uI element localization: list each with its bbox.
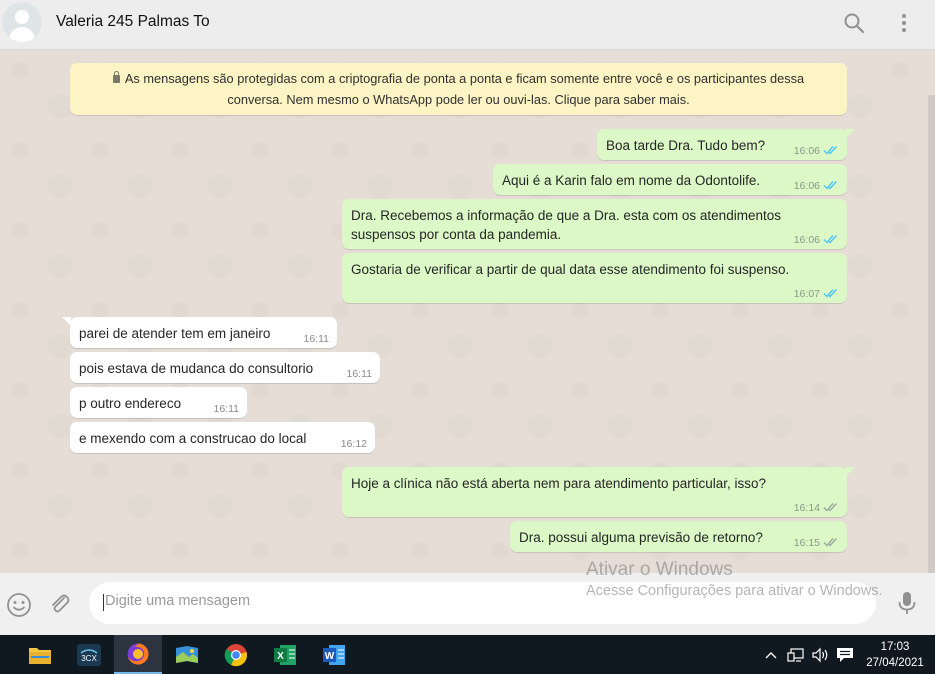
- 3cx-icon[interactable]: 3CX: [65, 635, 113, 674]
- message-meta: 16:14: [794, 502, 839, 514]
- message-time: 16:06: [793, 234, 820, 246]
- search-icon[interactable]: [842, 11, 866, 35]
- message-bubble-outgoing[interactable]: Hoje a clínica não está aberta nem para …: [342, 467, 855, 517]
- delivered-ticks-icon: [823, 503, 838, 512]
- message-bubble-incoming[interactable]: p outro endereco 16:11: [70, 387, 247, 418]
- encryption-notice[interactable]: As mensagens são protegidas com a cripto…: [70, 63, 847, 115]
- text-caret: [103, 594, 104, 611]
- message-time: 16:11: [346, 368, 373, 380]
- photos-icon[interactable]: [163, 635, 211, 674]
- bubble-tail: [846, 467, 855, 476]
- message-text: Dra. Recebemos a informação de que a Dra…: [351, 206, 781, 244]
- message-time: 16:06: [793, 145, 820, 157]
- read-ticks-icon: [823, 146, 838, 155]
- message-bubble-outgoing[interactable]: Gostaria de verificar a partir de qual d…: [342, 253, 847, 303]
- message-text: p outro endereco: [79, 396, 182, 411]
- message-bubble-incoming[interactable]: parei de atender tem em janeiro 16:11: [62, 317, 337, 348]
- windows-activation-title: Ativar o Windows: [586, 559, 733, 580]
- clock-time: 17:03: [880, 641, 910, 653]
- message-line: suspensos por conta da pandemia.: [351, 227, 562, 242]
- message-text: parei de atender tem em janeiro: [79, 326, 271, 341]
- windows-taskbar: 3CX X W 17:03 27/04/2021: [0, 635, 935, 674]
- chrome-icon[interactable]: [212, 635, 260, 674]
- message-meta: 16:06: [794, 145, 839, 157]
- read-ticks-icon: [823, 235, 838, 244]
- message-time: 16:14: [793, 502, 820, 514]
- message-time: 16:11: [303, 333, 330, 345]
- encryption-notice-line2: conversa. Nem mesmo o WhatsApp pode ler …: [227, 92, 690, 107]
- message-meta: 16:06: [794, 180, 839, 192]
- attach-icon[interactable]: [48, 592, 72, 616]
- file-explorer-icon[interactable]: [16, 635, 64, 674]
- read-ticks-icon: [823, 289, 838, 298]
- message-time: 16:07: [793, 288, 820, 300]
- message-meta: 16:15: [794, 537, 839, 549]
- read-ticks-icon: [823, 181, 838, 190]
- avatar-body: [9, 27, 35, 42]
- svg-text:X: X: [277, 651, 284, 662]
- volume-icon[interactable]: [809, 635, 831, 674]
- svg-text:W: W: [325, 651, 335, 662]
- encryption-notice-line1: As mensagens são protegidas com a cripto…: [70, 68, 847, 89]
- message-text: Hoje a clínica não está aberta nem para …: [351, 476, 766, 491]
- lock-icon: [112, 71, 120, 83]
- windows-activation-subtitle: Acesse Configurações para ativar o Windo…: [586, 583, 883, 599]
- message-time: 16:15: [793, 537, 820, 549]
- message-text: pois estava de mudanca do consultorio: [79, 361, 314, 376]
- excel-icon[interactable]: X: [261, 635, 309, 674]
- bubble-tail: [846, 129, 855, 138]
- message-bubble-incoming[interactable]: pois estava de mudanca do consultorio 16…: [70, 352, 380, 383]
- message-bubble-outgoing[interactable]: Dra. possui alguma previsão de retorno? …: [510, 521, 847, 552]
- message-time: 16:06: [793, 180, 820, 192]
- microphone-icon[interactable]: [896, 590, 918, 616]
- message-text: Aqui é a Karin falo em nome da Odontolif…: [502, 173, 761, 188]
- firefox-icon[interactable]: [114, 635, 162, 674]
- message-time: 16:12: [340, 438, 367, 450]
- network-icon[interactable]: [785, 635, 807, 674]
- message-time: 16:11: [213, 403, 240, 415]
- message-bubble-outgoing[interactable]: Aqui é a Karin falo em nome da Odontolif…: [493, 164, 847, 195]
- message-text: Boa tarde Dra. Tudo bem?: [606, 138, 766, 153]
- avatar-head: [15, 10, 29, 24]
- message-bubble-outgoing[interactable]: Boa tarde Dra. Tudo bem? 16:06: [597, 129, 855, 160]
- bubble-tail: [62, 317, 71, 326]
- message-line: Dra. Recebemos a informação de que a Dra…: [351, 208, 781, 223]
- taskbar-clock[interactable]: 17:03 27/04/2021: [860, 639, 930, 671]
- message-text: Gostaria de verificar a partir de qual d…: [351, 262, 790, 277]
- tray-expand-icon[interactable]: [762, 635, 780, 674]
- chat-scrollbar[interactable]: [928, 95, 935, 573]
- message-bubble-incoming[interactable]: e mexendo com a construcao do local 16:1…: [70, 422, 375, 453]
- notifications-icon[interactable]: [834, 635, 856, 674]
- svg-text:3CX: 3CX: [81, 654, 97, 663]
- emoji-icon[interactable]: [6, 592, 32, 618]
- word-icon[interactable]: W: [310, 635, 358, 674]
- message-text: e mexendo com a construcao do local: [79, 431, 307, 446]
- chat-header: Valeria 245 Palmas To: [0, 0, 935, 50]
- delivered-ticks-icon: [823, 538, 838, 547]
- clock-date: 27/04/2021: [866, 657, 924, 669]
- menu-icon[interactable]: [892, 11, 916, 35]
- message-bubble-outgoing[interactable]: Dra. Recebemos a informação de que a Dra…: [342, 199, 847, 249]
- message-meta: 16:06: [794, 234, 839, 246]
- contact-avatar[interactable]: [2, 2, 42, 42]
- message-text: Dra. possui alguma previsão de retorno?: [519, 530, 763, 545]
- message-meta: 16:07: [794, 288, 839, 300]
- contact-name[interactable]: Valeria 245 Palmas To: [56, 13, 210, 31]
